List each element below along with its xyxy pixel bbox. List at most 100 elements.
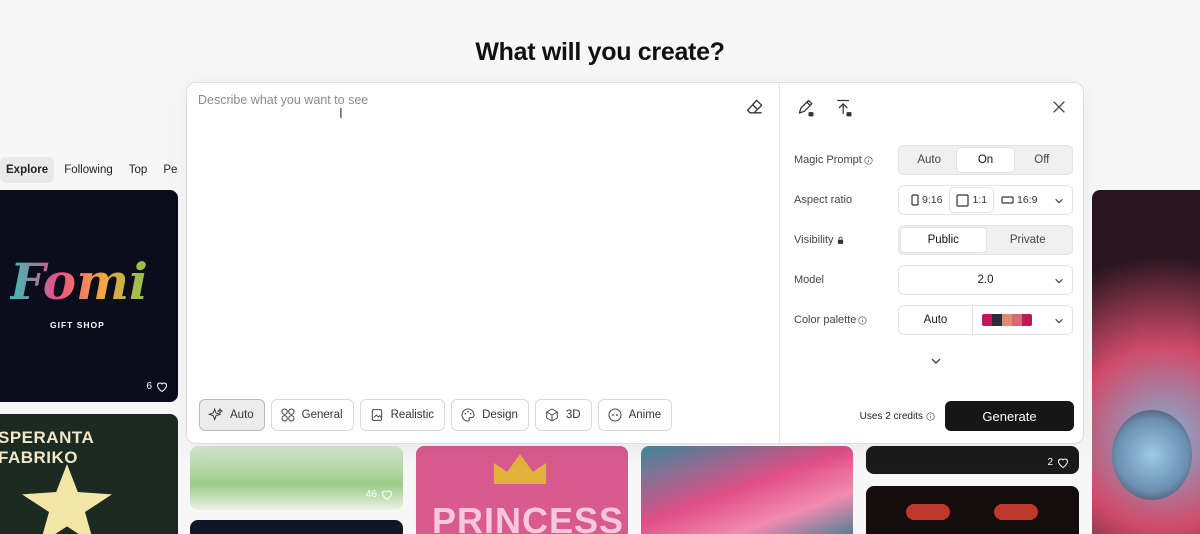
card-logo-text: Fomi [10,252,149,311]
gallery-card-banner[interactable]: SPERANTA FABRIKO [0,414,178,534]
color-swatch-3 [1002,314,1012,326]
face-icon [608,408,622,422]
visibility-private[interactable]: Private [986,228,1071,252]
magic-prompt-label-text: Magic Prompt [794,154,862,166]
gallery-card-pink-powder[interactable] [641,446,853,534]
model-row: Model 2.0 [794,265,1073,295]
like-count: 6 [146,381,152,392]
visibility-label-text: Visibility [794,234,834,246]
settings-pane: Magic Prompt Auto On Off Aspect ratio 9:… [780,83,1083,443]
card-likes[interactable]: 6 [146,381,168,392]
aspect-9-16-option[interactable]: 9:16 [905,188,948,212]
like-count: 46 [365,489,377,500]
close-icon[interactable] [1051,99,1067,115]
square-icon [956,193,970,207]
magic-prompt-row: Magic Prompt Auto On Off [794,145,1073,175]
color-palette-row: Color palette Auto [794,305,1073,335]
visibility-toggle: Public Private [898,225,1073,255]
card-title-text: PRINCESS [432,500,625,534]
credits-info: Uses 2 credits [860,411,935,422]
aspect-option-label: 1:1 [972,194,988,206]
magic-prompt-label: Magic Prompt [794,154,898,166]
visibility-public[interactable]: Public [901,228,986,252]
chevron-down-icon [1055,198,1063,204]
card-likes[interactable]: 2 [1047,457,1069,468]
color-swatch-2 [992,314,1002,326]
style-realistic-button[interactable]: Realistic [359,399,446,431]
magic-prompt-on[interactable]: On [957,148,1014,172]
color-palette-auto[interactable]: Auto [899,306,973,334]
aspect-option-label: 9:16 [922,194,943,206]
tab-explore[interactable]: Explore [0,157,55,183]
style-general-button[interactable]: General [270,399,354,431]
color-swatch-1 [982,314,992,326]
tab-partial[interactable]: Pe [157,157,183,183]
card-likes[interactable]: 46 [366,489,393,500]
style-3d-button[interactable]: 3D [534,399,592,431]
visibility-label: Visibility [794,234,898,246]
gallery-card-dark[interactable] [190,520,403,534]
create-dialog: I Auto General Realistic Design [186,82,1084,444]
model-select[interactable]: 2.0 [898,265,1073,295]
style-label: 3D [565,409,581,421]
page-title: What will you create? [475,38,725,66]
gallery-card-ants[interactable] [866,486,1079,534]
photo-icon [371,409,382,421]
aspect-ratio-select[interactable]: 9:16 1:1 16:9 [898,185,1073,215]
color-palette-label-text: Color palette [794,314,857,326]
color-swatches[interactable] [982,314,1032,326]
gallery-card-gold-text[interactable]: 2 [866,446,1079,474]
heart-icon [156,382,168,392]
cube-icon [546,408,558,422]
magic-prompt-off[interactable]: Off [1014,148,1070,172]
info-icon[interactable] [864,155,873,165]
color-swatch-5 [1022,314,1032,326]
model-value: 2.0 [977,274,994,286]
style-design-button[interactable]: Design [451,399,529,431]
magic-prompt-auto[interactable]: Auto [901,148,957,172]
generate-button[interactable]: Generate [945,401,1074,431]
card-banner-text: SPERANTA FABRIKO [0,428,94,467]
gallery-card-princess[interactable]: PRINCESS [416,446,628,534]
card-logo-subtext: GIFT SHOP [50,320,105,330]
color-palette-label: Color palette [794,314,898,326]
feed-tabs: Explore Following Top Pe [0,157,183,183]
style-anime-button[interactable]: Anime [597,399,673,431]
tab-following[interactable]: Following [58,157,119,183]
color-palette-select[interactable]: Auto [898,305,1073,335]
upload-locked-icon[interactable] [834,97,854,119]
style-label: Design [482,409,518,421]
eraser-icon[interactable] [745,97,765,117]
expand-more-icon[interactable] [930,355,942,367]
style-label: Auto [230,409,254,421]
info-icon[interactable] [858,315,867,325]
heart-icon [1057,458,1069,468]
gallery-card-crystal-fruit[interactable] [1092,190,1200,534]
ant-image-right [994,504,1038,520]
style-label: General [301,409,343,421]
sparkles-icon [208,407,224,422]
portrait-icon [911,194,919,206]
prompt-input[interactable] [198,93,738,107]
edit-locked-icon[interactable] [796,97,816,119]
like-count: 2 [1047,457,1053,468]
tab-top[interactable]: Top [123,157,154,183]
magic-prompt-toggle: Auto On Off [898,145,1073,175]
heart-icon [381,490,393,500]
crystal-fruit-image [1112,410,1192,500]
aspect-1-1-option[interactable]: 1:1 [950,188,994,212]
gallery-card-green-waves[interactable]: 46 [190,446,403,510]
style-auto-button[interactable]: Auto [199,399,265,431]
aspect-16-9-option[interactable]: 16:9 [995,188,1043,212]
visibility-row: Visibility Public Private [794,225,1073,255]
landscape-icon [1001,196,1014,204]
color-swatch-4 [1012,314,1022,326]
aspect-ratio-label: Aspect ratio [794,194,853,206]
info-icon[interactable] [926,411,935,421]
color-palette-value: Auto [923,314,948,326]
palette-icon [461,408,475,422]
aspect-option-label: 16:9 [1017,194,1038,206]
gallery-card-fomi[interactable]: Fomi GIFT SHOP 6 [0,190,178,402]
crown-image [494,454,546,484]
text-cursor-icon: I [339,107,343,122]
